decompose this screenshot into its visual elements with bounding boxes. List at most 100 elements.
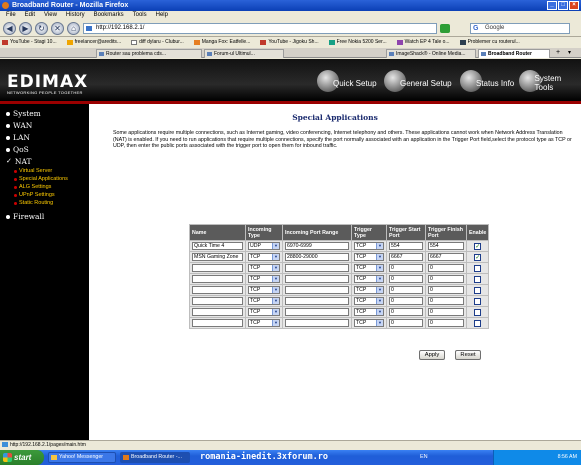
trigger-type-select[interactable]: TCP ▼ — [354, 242, 384, 250]
incoming-port-range-input[interactable] — [285, 264, 349, 272]
incoming-port-range-input[interactable] — [285, 286, 349, 294]
tab-broadband-router[interactable]: Broadband Router — [478, 49, 550, 58]
search-input[interactable]: G Google — [470, 23, 570, 34]
trigger-finish-port-input[interactable]: 0 — [428, 297, 464, 305]
name-input[interactable]: MSN Gaming Zone — [192, 253, 243, 261]
language-indicator[interactable]: EN — [420, 452, 428, 463]
incoming-type-select[interactable]: TCP ▼ — [248, 319, 280, 327]
tab-imageshack[interactable]: ImageShack® - Online Media... — [386, 49, 476, 58]
sidebar-item-upnp-settings[interactable]: UPnP Settings — [14, 192, 55, 199]
trigger-finish-port-input[interactable]: 0 — [428, 264, 464, 272]
menu-edit[interactable]: Edit — [25, 11, 35, 20]
incoming-type-select[interactable]: TCP ▼ — [248, 264, 280, 272]
trigger-finish-port-input[interactable]: 0 — [428, 275, 464, 283]
trigger-finish-port-input[interactable]: 554 — [428, 242, 464, 250]
name-input[interactable]: Quick Time 4 — [192, 242, 243, 250]
enable-checkbox[interactable] — [474, 308, 482, 316]
incoming-port-range-input[interactable]: 28800-29000 — [285, 253, 349, 261]
enable-checkbox[interactable] — [474, 275, 482, 283]
sidebar-item-firewall[interactable]: Firewall — [6, 212, 44, 221]
incoming-port-range-input[interactable] — [285, 319, 349, 327]
menu-help[interactable]: Help — [156, 11, 168, 20]
sidebar-item-wan[interactable]: WAN — [6, 121, 32, 130]
menu-history[interactable]: History — [66, 11, 85, 20]
nav-status-info[interactable]: Status Info — [460, 69, 514, 93]
taskbar-broadband-router[interactable]: Broadband Router -... — [120, 452, 190, 463]
incoming-port-range-input[interactable]: 6970-6999 — [285, 242, 349, 250]
trigger-start-port-input[interactable]: 0 — [389, 286, 423, 294]
incoming-port-range-input[interactable] — [285, 297, 349, 305]
bookmark-item[interactable]: YouTube - Stagi 10... — [2, 38, 63, 47]
sidebar-item-alg-settings[interactable]: ALG Settings — [14, 184, 51, 191]
home-icon[interactable]: ⌂ — [67, 22, 80, 35]
stop-icon[interactable]: ✕ — [51, 22, 64, 35]
trigger-finish-port-input[interactable]: 6667 — [428, 253, 464, 261]
trigger-start-port-input[interactable]: 554 — [389, 242, 423, 250]
bookmark-item[interactable]: freelancer@aredits... — [66, 38, 127, 47]
enable-checkbox[interactable]: ✓ — [474, 242, 482, 250]
apply-button[interactable]: Apply — [419, 350, 445, 360]
nav-general-setup[interactable]: General Setup — [384, 69, 452, 93]
trigger-start-port-input[interactable]: 0 — [389, 319, 423, 327]
reset-button[interactable]: Reset — [455, 350, 481, 360]
menu-view[interactable]: View — [44, 11, 57, 20]
enable-checkbox[interactable] — [474, 319, 482, 327]
trigger-type-select[interactable]: TCP ▼ — [354, 297, 384, 305]
nav-system-tools[interactable]: System Tools — [519, 69, 581, 93]
name-input[interactable] — [192, 264, 243, 272]
name-input[interactable] — [192, 297, 243, 305]
trigger-type-select[interactable]: TCP ▼ — [354, 286, 384, 294]
name-input[interactable] — [192, 286, 243, 294]
incoming-port-range-input[interactable] — [285, 275, 349, 283]
menu-tools[interactable]: Tools — [133, 11, 147, 20]
sidebar-item-qos[interactable]: QoS — [6, 145, 29, 154]
trigger-type-select[interactable]: TCP ▼ — [354, 264, 384, 272]
name-input[interactable] — [192, 275, 243, 283]
maximize-icon[interactable]: □ — [558, 1, 568, 10]
incoming-type-select[interactable]: TCP ▼ — [248, 308, 280, 316]
incoming-port-range-input[interactable] — [285, 308, 349, 316]
back-icon[interactable]: ◀ — [3, 22, 16, 35]
trigger-start-port-input[interactable]: 0 — [389, 297, 423, 305]
sidebar-item-lan[interactable]: LAN — [6, 133, 30, 142]
incoming-type-select[interactable]: UDP ▼ — [248, 242, 280, 250]
tab-forum[interactable]: Forum-ul Ultimul... — [204, 49, 284, 58]
nav-quick-setup[interactable]: Quick Setup — [317, 69, 377, 93]
reload-icon[interactable]: ↻ — [35, 22, 48, 35]
name-input[interactable] — [192, 319, 243, 327]
go-icon[interactable] — [440, 24, 450, 33]
incoming-type-select[interactable]: TCP ▼ — [248, 286, 280, 294]
tab-list-icon[interactable]: ▾ — [568, 49, 571, 57]
trigger-type-select[interactable]: TCP ▼ — [354, 275, 384, 283]
bookmark-item[interactable]: diff dylaru - Clubur... — [131, 38, 190, 47]
bookmark-item[interactable]: Free Nokia 5200 Ser... — [328, 38, 393, 47]
trigger-type-select[interactable]: TCP ▼ — [354, 308, 384, 316]
bookmark-item[interactable]: Manga Fox: Eatfelle... — [193, 38, 257, 47]
start-button[interactable]: start — [0, 450, 44, 465]
enable-checkbox[interactable] — [474, 264, 482, 272]
incoming-type-select[interactable]: TCP ▼ — [248, 275, 280, 283]
sidebar-item-static-routing[interactable]: Static Routing — [14, 200, 53, 207]
enable-checkbox[interactable] — [474, 297, 482, 305]
bookmark-item[interactable]: YouTube - Jigoku Sh... — [260, 38, 324, 47]
menu-bookmarks[interactable]: Bookmarks — [94, 11, 124, 20]
forward-icon[interactable]: ▶ — [19, 22, 32, 35]
trigger-start-port-input[interactable]: 0 — [389, 264, 423, 272]
trigger-finish-port-input[interactable]: 0 — [428, 286, 464, 294]
bookmark-item[interactable]: Problemer cu routerul... — [459, 38, 526, 47]
enable-checkbox[interactable]: ✓ — [474, 253, 482, 261]
trigger-start-port-input[interactable]: 6667 — [389, 253, 423, 261]
trigger-finish-port-input[interactable]: 0 — [428, 308, 464, 316]
trigger-type-select[interactable]: TCP ▼ — [354, 253, 384, 261]
trigger-start-port-input[interactable]: 0 — [389, 275, 423, 283]
enable-checkbox[interactable] — [474, 286, 482, 294]
trigger-start-port-input[interactable]: 0 — [389, 308, 423, 316]
minimize-icon[interactable]: _ — [547, 1, 557, 10]
sidebar-item-special-applications[interactable]: Special Applications — [14, 176, 68, 183]
sidebar-item-virtual-server[interactable]: Virtual Server — [14, 168, 52, 175]
sidebar-item-nat[interactable]: ✓ NAT — [6, 157, 31, 166]
url-input[interactable]: http://192.168.2.1/ — [83, 23, 437, 34]
trigger-type-select[interactable]: TCP ▼ — [354, 319, 384, 327]
sidebar-item-system[interactable]: System — [6, 109, 41, 118]
menu-file[interactable]: File — [6, 11, 16, 20]
